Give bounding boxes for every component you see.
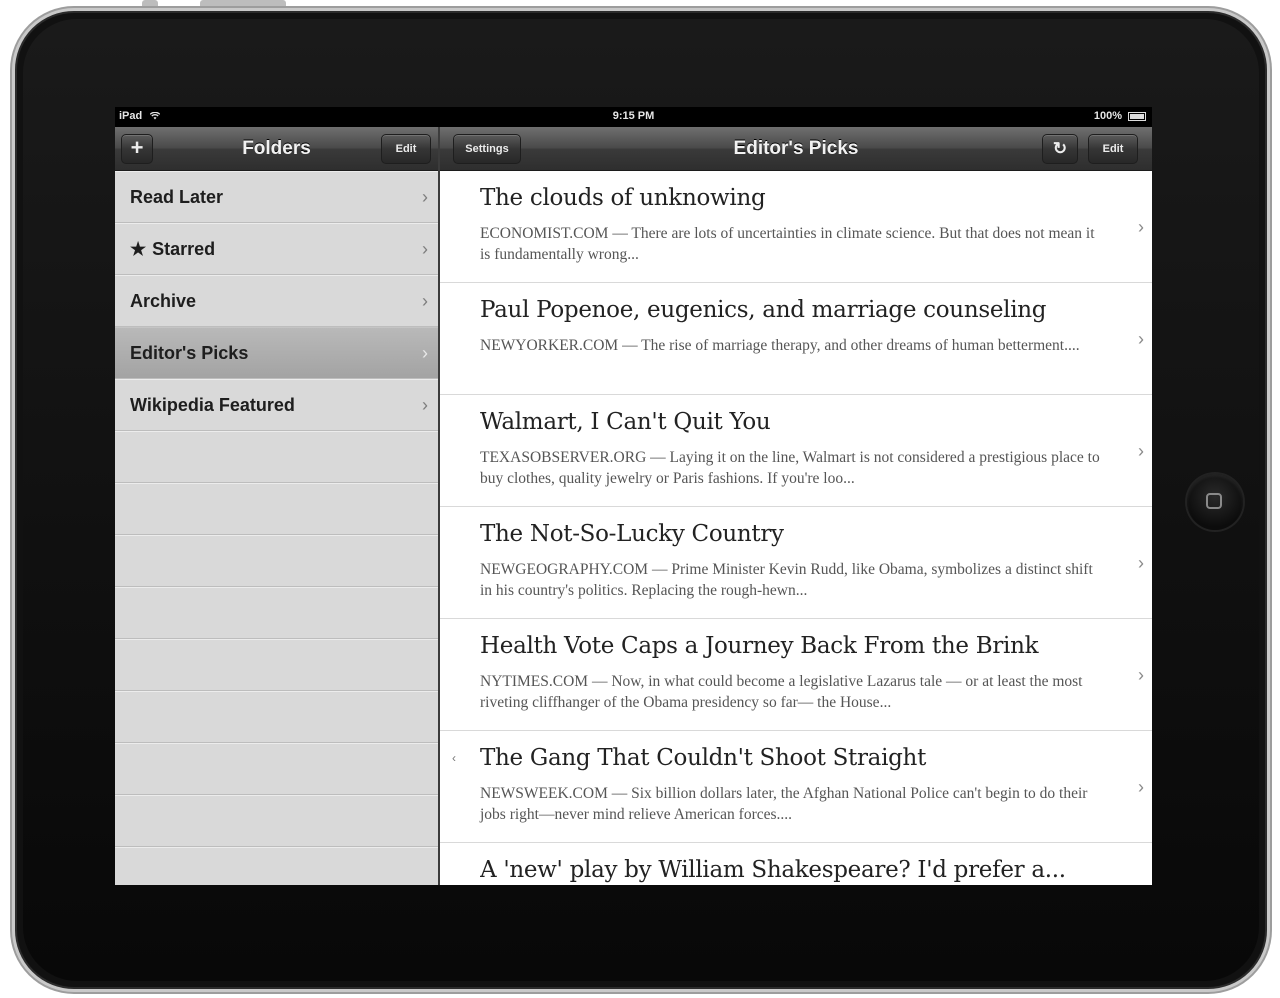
- empty-row: [115, 743, 438, 795]
- chevron-right-icon: ›: [1138, 665, 1144, 685]
- home-button[interactable]: [1187, 474, 1243, 530]
- article-title: Paul Popenoe, eugenics, and marriage cou…: [480, 297, 1047, 323]
- article-row[interactable]: Paul Popenoe, eugenics, and marriage cou…: [440, 283, 1152, 395]
- article-title: Health Vote Caps a Journey Back From the…: [480, 633, 1039, 659]
- article-summary: NEWSWEEK.COM — Six billion dollars later…: [480, 785, 1088, 823]
- battery-percent: 100%: [1093, 110, 1122, 122]
- article-list: The clouds of unknowing ECONOMIST.COM — T…: [440, 171, 1152, 885]
- empty-row: [115, 639, 438, 691]
- chevron-right-icon: ›: [1138, 553, 1144, 573]
- empty-row: [115, 483, 438, 535]
- folder-label: Editor's Picks: [130, 328, 248, 378]
- folder-item[interactable]: Editor's Picks ›: [115, 327, 438, 379]
- article-row[interactable]: Health Vote Caps a Journey Back From the…: [440, 619, 1152, 731]
- article-row[interactable]: Walmart, I Can't Quit You TEXASOBSERVER.O…: [440, 395, 1152, 507]
- articles-title: Editor's Picks: [733, 138, 859, 159]
- article-title: The clouds of unknowing: [480, 185, 766, 211]
- article-row[interactable]: A 'new' play by William Shakespeare? I'd…: [440, 843, 1152, 885]
- article-summary: ECONOMIST.COM — There are lots of uncert…: [480, 225, 1095, 263]
- mute-switch: [142, 0, 158, 6]
- chevron-right-icon: ›: [1138, 441, 1144, 461]
- article-row[interactable]: The clouds of unknowing ECONOMIST.COM — T…: [440, 171, 1152, 283]
- folder-item[interactable]: Wikipedia Featured ›: [115, 379, 438, 431]
- ipad-screen: iPad 9:15 PM 100% + Folders Edit Read La…: [115, 107, 1152, 885]
- volume-button: [200, 0, 286, 6]
- article-row[interactable]: ‹ The Gang That Couldn't Shoot Straight NE…: [440, 731, 1152, 843]
- empty-row: [115, 587, 438, 639]
- empty-row: [115, 431, 438, 483]
- folder-name: Wikipedia Featured: [130, 395, 295, 415]
- folder-list: Read Later › ★ Starred › Archive › Editor's Pic…: [115, 171, 438, 885]
- refresh-button[interactable]: ↻: [1042, 134, 1078, 164]
- edit-folders-button[interactable]: Edit: [381, 134, 431, 164]
- articles-pane: Settings Editor's Picks ↻ Edit The cloud…: [440, 127, 1152, 885]
- chevron-right-icon: ›: [1138, 777, 1144, 797]
- article-title: A 'new' play by William Shakespeare? I'd…: [480, 857, 1066, 883]
- article-summary: NYTIMES.COM — Now, in what could become …: [480, 673, 1083, 711]
- empty-row: [115, 691, 438, 743]
- chevron-right-icon: ›: [422, 343, 428, 363]
- star-icon: ★: [130, 239, 147, 259]
- status-time: 9:15 PM: [612, 110, 655, 122]
- folder-label: Archive: [130, 276, 196, 326]
- status-bar: iPad 9:15 PM 100%: [115, 107, 1152, 127]
- chevron-right-icon: ›: [422, 291, 428, 311]
- empty-row: [115, 795, 438, 847]
- folder-name: Archive: [130, 291, 197, 311]
- battery-level: [1130, 114, 1144, 119]
- folders-navbar: + Folders Edit: [115, 127, 438, 171]
- swipe-indicator-icon: ‹: [452, 751, 456, 765]
- folder-name: Read Later: [130, 187, 224, 207]
- refresh-icon: ↻: [1052, 139, 1068, 158]
- folder-name: Starred: [152, 239, 216, 259]
- article-summary: NEWGEOGRAPHY.COM — Prime Minister Kevin …: [480, 561, 1093, 599]
- home-square-icon: [1206, 493, 1222, 509]
- folder-label: ★ Starred: [130, 224, 215, 274]
- battery-icon: [1128, 112, 1146, 121]
- chevron-right-icon: ›: [422, 239, 428, 259]
- settings-button[interactable]: Settings: [453, 134, 521, 164]
- empty-row: [115, 535, 438, 587]
- folder-item[interactable]: Archive ›: [115, 275, 438, 327]
- folder-name: Editor's Picks: [130, 343, 249, 363]
- folder-item[interactable]: ★ Starred ›: [115, 223, 438, 275]
- chevron-right-icon: ›: [1138, 217, 1144, 237]
- article-title: The Not-So-Lucky Country: [480, 521, 784, 547]
- chevron-right-icon: ›: [1138, 329, 1144, 349]
- folders-pane: + Folders Edit Read Later › ★ Starred › Archi…: [115, 127, 438, 885]
- folder-label: Wikipedia Featured: [130, 380, 295, 430]
- article-summary: TEXASOBSERVER.ORG — Laying it on the lin…: [480, 449, 1100, 487]
- empty-row: [115, 847, 438, 885]
- edit-articles-button[interactable]: Edit: [1088, 134, 1138, 164]
- folder-item[interactable]: Read Later ›: [115, 171, 438, 223]
- article-title: The Gang That Couldn't Shoot Straight: [480, 745, 927, 771]
- articles-navbar: Settings Editor's Picks ↻ Edit: [440, 127, 1152, 171]
- chevron-right-icon: ›: [422, 395, 428, 415]
- article-summary: NEWYORKER.COM — The rise of marriage the…: [480, 337, 1080, 354]
- article-row[interactable]: The Not-So-Lucky Country NEWGEOGRAPHY.COM…: [440, 507, 1152, 619]
- chevron-right-icon: ›: [422, 187, 428, 207]
- article-title: Walmart, I Can't Quit You: [480, 409, 771, 435]
- folder-label: Read Later: [130, 172, 223, 222]
